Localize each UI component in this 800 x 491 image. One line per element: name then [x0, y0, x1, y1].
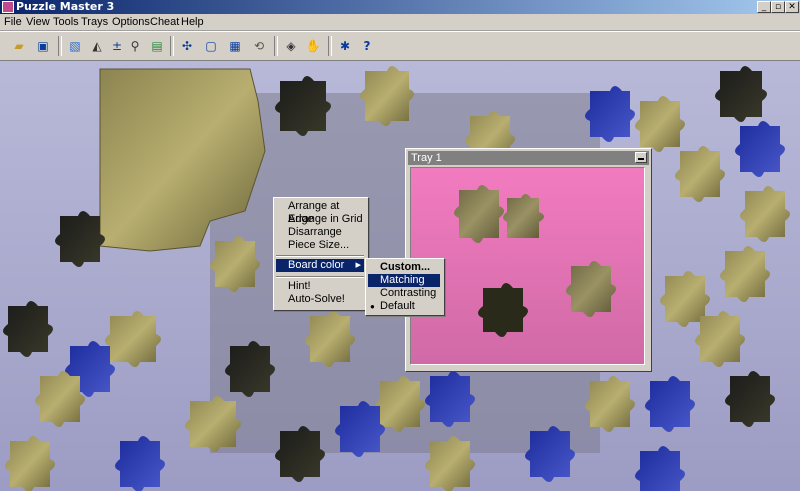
- magnifier-icon[interactable]: ⚲: [126, 38, 144, 54]
- shuffle-pieces-icon[interactable]: ✣: [178, 38, 196, 54]
- puzzle-piece[interactable]: [305, 311, 355, 367]
- submenu-item-contrasting[interactable]: Contrasting: [368, 287, 440, 300]
- puzzle-piece[interactable]: [185, 396, 241, 452]
- toolbar-separator: [170, 36, 174, 56]
- puzzle-piece[interactable]: [635, 96, 685, 152]
- submenu-item-matching[interactable]: Matching: [368, 274, 440, 287]
- tray-piece[interactable]: [503, 194, 544, 238]
- tray-icon[interactable]: ◈: [282, 38, 300, 54]
- menu-tools[interactable]: Tools: [53, 15, 79, 29]
- context-menu: Arrange at Edge Arrange in Grid Disarran…: [273, 197, 369, 311]
- default-label: Default: [380, 300, 415, 312]
- puzzle-piece[interactable]: [115, 436, 165, 491]
- puzzle-piece[interactable]: [735, 121, 785, 177]
- menu-item-board-color[interactable]: Board color ▸: [276, 259, 364, 272]
- puzzle-piece[interactable]: [55, 211, 105, 267]
- board-color-submenu: Custom... Matching Contrasting ● Default: [365, 258, 445, 316]
- question-icon[interactable]: ?: [358, 38, 376, 54]
- open-folder-icon[interactable]: ▰: [10, 38, 28, 54]
- menu-help[interactable]: Help: [181, 15, 204, 29]
- window-title: Puzzle Master 3: [16, 0, 115, 13]
- tray-piece[interactable]: [478, 283, 528, 337]
- tray-piece[interactable]: [566, 261, 616, 317]
- puzzle-piece[interactable]: [675, 146, 725, 202]
- tray-piece[interactable]: [454, 185, 504, 243]
- app-icon[interactable]: [2, 1, 14, 13]
- toolbar-separator: [58, 36, 62, 56]
- menu-item-arrange-in-grid[interactable]: Arrange in Grid: [276, 213, 364, 226]
- menu-item-piece-size[interactable]: Piece Size...: [276, 239, 364, 252]
- close-button[interactable]: ✕: [785, 1, 799, 13]
- puzzle-piece[interactable]: [275, 76, 331, 136]
- puzzle-piece[interactable]: [35, 371, 85, 427]
- rotate-icon[interactable]: ⟲: [250, 38, 268, 54]
- hand-icon[interactable]: ✋: [304, 38, 322, 54]
- menu-item-disarrange[interactable]: Disarrange: [276, 226, 364, 239]
- radio-bullet-icon: ●: [370, 302, 375, 311]
- puzzle-piece[interactable]: [225, 341, 275, 397]
- zoom-in-icon[interactable]: ±: [108, 38, 126, 54]
- menu-item-auto-solve[interactable]: Auto-Solve!: [276, 293, 364, 306]
- puzzle-piece[interactable]: [715, 66, 767, 122]
- edge-pieces-icon[interactable]: ▢: [202, 38, 220, 54]
- puzzle-piece[interactable]: [360, 66, 414, 126]
- menu-file[interactable]: File: [4, 15, 22, 29]
- tray-minimize-button[interactable]: [635, 152, 647, 163]
- tray-title: Tray 1: [411, 152, 442, 164]
- tray-title-bar[interactable]: Tray 1: [408, 151, 649, 165]
- grid-icon[interactable]: ▦: [226, 38, 244, 54]
- picture-icon[interactable]: ▧: [66, 38, 84, 54]
- puzzle-piece[interactable]: [525, 426, 575, 482]
- puzzle-piece[interactable]: [585, 376, 635, 432]
- puzzle-piece[interactable]: [5, 436, 55, 491]
- puzzle-piece[interactable]: [635, 446, 685, 491]
- save-icon[interactable]: ▣: [34, 38, 52, 54]
- tray-pieces: [454, 185, 616, 337]
- toolbar: ▰ ▣ ▧ ◭ ± ⚲ ▤ ✣ ▢ ▦ ⟲ ◈ ✋ ✱ ?: [0, 31, 800, 61]
- puzzle-piece[interactable]: [425, 371, 475, 427]
- submenu-item-default[interactable]: ● Default: [368, 300, 440, 313]
- minimize-button[interactable]: _: [757, 1, 771, 13]
- puzzle-piece[interactable]: [725, 371, 775, 427]
- tray-content[interactable]: [410, 167, 645, 365]
- palette-icon[interactable]: ▤: [148, 38, 166, 54]
- puzzle-piece[interactable]: [335, 401, 385, 457]
- submenu-item-custom[interactable]: Custom...: [368, 261, 440, 274]
- menu-separator: [276, 255, 364, 257]
- menu-options[interactable]: Options: [112, 15, 150, 29]
- puzzle-piece[interactable]: [210, 236, 260, 292]
- submenu-arrow-icon: ▸: [355, 259, 361, 271]
- toolbar-separator: [328, 36, 332, 56]
- puzzle-piece[interactable]: [740, 186, 790, 242]
- puzzle-piece[interactable]: [3, 301, 53, 357]
- restore-button[interactable]: ▫: [771, 1, 785, 13]
- mountain-icon[interactable]: ◭: [88, 38, 106, 54]
- menu-item-arrange-at-edge[interactable]: Arrange at Edge: [276, 200, 364, 225]
- menu-separator: [276, 276, 364, 278]
- menu-view[interactable]: View: [26, 15, 50, 29]
- title-bar: Puzzle Master 3 _ ▫ ✕: [0, 0, 800, 14]
- puzzle-piece[interactable]: [375, 376, 425, 432]
- puzzle-piece[interactable]: [585, 86, 635, 142]
- puzzle-piece[interactable]: [425, 436, 475, 491]
- menu-cheat[interactable]: Cheat: [150, 15, 179, 29]
- puzzle-piece[interactable]: [645, 376, 695, 432]
- puzzle-piece[interactable]: [275, 426, 325, 482]
- puzzle-piece[interactable]: [105, 311, 161, 367]
- menu-item-hint[interactable]: Hint!: [276, 280, 364, 293]
- board-color-label: Board color: [288, 259, 345, 271]
- puzzle-piece[interactable]: [720, 246, 770, 302]
- puzzle-piece[interactable]: [695, 311, 745, 367]
- menu-bar: File View Tools Trays Options Cheat Help: [0, 14, 800, 31]
- help-icon[interactable]: ✱: [336, 38, 354, 54]
- toolbar-separator: [274, 36, 278, 56]
- menu-trays[interactable]: Trays: [81, 15, 108, 29]
